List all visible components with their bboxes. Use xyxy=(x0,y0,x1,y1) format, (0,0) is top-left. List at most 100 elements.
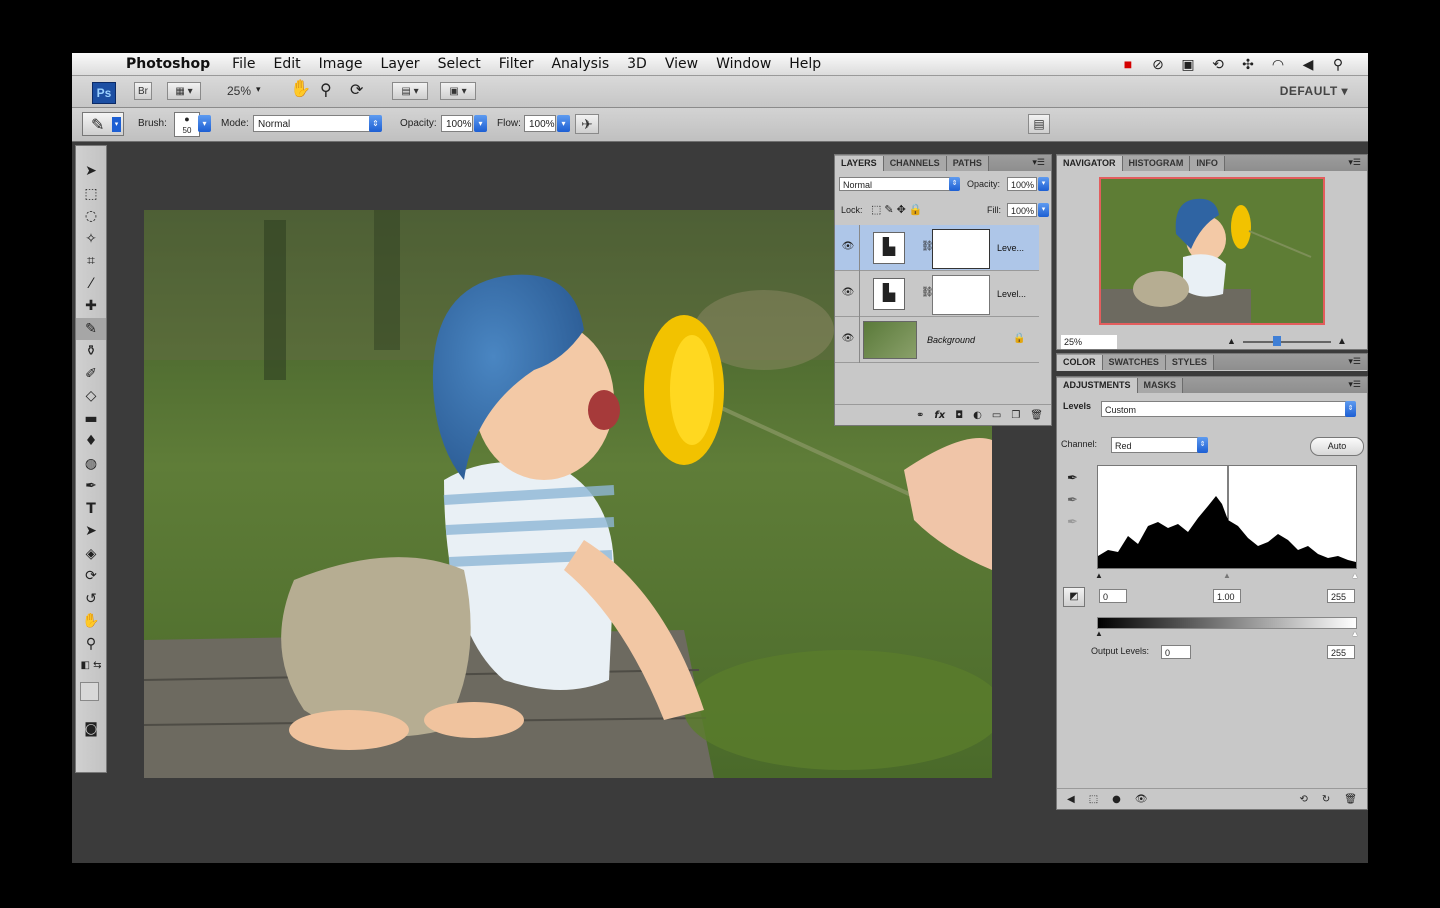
tool-preset-picker[interactable]: ✎ ▾ xyxy=(82,112,124,136)
blend-mode-select[interactable]: Normal xyxy=(839,177,951,191)
type-tool-icon[interactable]: T xyxy=(76,498,106,521)
menu-image[interactable]: Image xyxy=(319,56,363,72)
tab-paths[interactable]: PATHS xyxy=(946,156,989,171)
tab-layers[interactable]: LAYERS xyxy=(835,156,884,171)
foreground-color-swatch[interactable] xyxy=(80,681,99,701)
layer-levels-2[interactable]: 👁 ▙ ⛓ Leve... xyxy=(835,225,1039,271)
view-extras-button[interactable]: ▦ ▾ xyxy=(167,82,201,100)
tab-masks[interactable]: MASKS xyxy=(1137,378,1184,393)
quick-mask-icon[interactable]: ◙ xyxy=(76,718,106,741)
flash-icon[interactable]: ■ xyxy=(1118,55,1138,73)
navigator-preview[interactable] xyxy=(1099,177,1325,325)
marquee-tool-icon[interactable]: ⬚ xyxy=(76,183,106,206)
layer-background[interactable]: 👁 Background 🔒 xyxy=(835,317,1039,363)
expand-view-icon[interactable]: ⬚ xyxy=(1089,794,1098,805)
tab-swatches[interactable]: SWATCHES xyxy=(1102,355,1166,370)
navigator-zoom-field[interactable]: 25% xyxy=(1061,335,1117,349)
menu-3d[interactable]: 3D xyxy=(627,56,647,72)
tab-adjustments[interactable]: ADJUSTMENTS xyxy=(1057,378,1138,393)
channel-select[interactable]: Red xyxy=(1111,437,1201,453)
3d-orbit-tool-icon[interactable]: ↺ xyxy=(76,588,106,611)
healing-brush-tool-icon[interactable]: ✚ xyxy=(76,295,106,318)
apple-icon[interactable] xyxy=(92,55,110,73)
mode-select[interactable]: Normal xyxy=(253,115,371,132)
eyedropper-tool-icon[interactable]: ⁄ xyxy=(76,273,106,296)
preset-select[interactable]: Custom xyxy=(1101,401,1351,417)
volume-icon[interactable]: ◀ xyxy=(1298,55,1318,73)
arrange-documents-button[interactable]: ▤ ▾ xyxy=(392,82,428,100)
brush-tool-icon[interactable]: ✎ xyxy=(76,317,106,340)
tab-channels[interactable]: CHANNELS xyxy=(883,156,947,171)
zoom-tool-icon[interactable]: ⚲ xyxy=(320,80,332,100)
brush-panel-button[interactable]: ▤ xyxy=(1028,114,1050,134)
bluetooth-icon[interactable]: ✣ xyxy=(1238,55,1258,73)
tab-info[interactable]: INFO xyxy=(1190,156,1225,171)
blur-tool-icon[interactable]: ♦ xyxy=(76,430,106,453)
menu-view[interactable]: View xyxy=(665,56,698,72)
layer-mask-thumb[interactable] xyxy=(932,229,990,269)
layer-levels-1[interactable]: 👁 ▙ ⛓ Level... xyxy=(835,271,1039,317)
input-white-field[interactable]: 255 xyxy=(1327,589,1355,603)
add-mask-icon[interactable]: ◘ xyxy=(955,410,963,421)
history-brush-tool-icon[interactable]: ✐ xyxy=(76,363,106,386)
color-swatches[interactable] xyxy=(76,678,106,718)
menu-window[interactable]: Window xyxy=(716,56,771,72)
gradient-tool-icon[interactable]: ▬ xyxy=(76,408,106,431)
display-icon[interactable]: ▣ xyxy=(1178,55,1198,73)
input-black-field[interactable]: 0 xyxy=(1099,589,1127,603)
menu-help[interactable]: Help xyxy=(789,56,821,72)
shape-tool-icon[interactable]: ◈ xyxy=(76,543,106,566)
dodge-tool-icon[interactable]: ◍ xyxy=(76,453,106,476)
fx-icon[interactable]: fx xyxy=(934,410,945,421)
clip-to-layer-icon[interactable]: ● xyxy=(1112,794,1121,805)
new-layer-icon[interactable]: ❐ xyxy=(1011,410,1020,421)
menu-edit[interactable]: Edit xyxy=(274,56,301,72)
tab-navigator[interactable]: NAVIGATOR xyxy=(1057,156,1123,171)
mode-dropdown-icon[interactable]: ⇕ xyxy=(369,115,382,132)
link-layers-icon[interactable]: ⚭ xyxy=(916,410,924,421)
white-eyedropper-icon[interactable]: ✒ xyxy=(1067,514,1078,530)
zoom-slider-thumb[interactable] xyxy=(1273,336,1281,346)
new-group-icon[interactable]: ▭ xyxy=(992,410,1001,421)
zoom-dropdown-icon[interactable]: ▾ xyxy=(256,84,261,95)
rotate-view-icon[interactable]: ⟳ xyxy=(350,80,363,100)
lock-icons[interactable]: ⬚✎✥🔒 xyxy=(871,203,926,216)
sync-icon[interactable]: ⊘ xyxy=(1148,55,1168,73)
visibility-icon[interactable]: 👁 xyxy=(1135,794,1148,805)
brush-dropdown[interactable]: ▾ xyxy=(198,115,211,132)
eye-icon[interactable]: 👁 xyxy=(841,333,855,345)
black-eyedropper-icon[interactable]: ✒ xyxy=(1067,470,1078,486)
menu-analysis[interactable]: Analysis xyxy=(551,56,609,72)
zoom-slider[interactable] xyxy=(1243,341,1331,343)
brush-preset-picker[interactable]: ● 50 xyxy=(174,112,200,137)
input-black-slider[interactable]: ▲ xyxy=(1095,571,1103,580)
tab-color[interactable]: COLOR xyxy=(1057,355,1103,370)
tab-styles[interactable]: STYLES xyxy=(1165,355,1214,370)
path-selection-tool-icon[interactable]: ➤ xyxy=(76,520,106,543)
output-white-slider[interactable]: ▲ xyxy=(1351,629,1359,638)
bridge-button[interactable]: Br xyxy=(134,82,152,100)
menu-filter[interactable]: Filter xyxy=(499,56,534,72)
color-menu-icon[interactable]: ▾☰ xyxy=(1348,356,1361,367)
lasso-tool-icon[interactable]: ◌ xyxy=(76,205,106,228)
flow-dropdown[interactable]: ▾ xyxy=(557,115,570,132)
zoom-level[interactable]: 25% xyxy=(227,84,251,98)
output-black-slider[interactable]: ▲ xyxy=(1095,629,1103,638)
eye-icon[interactable]: 👁 xyxy=(841,287,855,299)
pen-tool-icon[interactable]: ✒ xyxy=(76,475,106,498)
magic-wand-tool-icon[interactable]: ✧ xyxy=(76,228,106,251)
eraser-tool-icon[interactable]: ◇ xyxy=(76,385,106,408)
layer-mask-thumb[interactable] xyxy=(932,275,990,315)
clone-stamp-tool-icon[interactable]: ⚱ xyxy=(76,340,106,363)
airbrush-button[interactable]: ✈ xyxy=(575,114,599,134)
hand-icon[interactable]: ✋ xyxy=(290,79,311,99)
channel-dropdown-icon[interactable]: ⇕ xyxy=(1197,437,1208,453)
screen-mode-button[interactable]: ▣ ▾ xyxy=(440,82,476,100)
gray-eyedropper-icon[interactable]: ✒ xyxy=(1067,492,1078,508)
fill-dropdown[interactable]: ▾ xyxy=(1038,203,1049,217)
fill-field[interactable]: 100% xyxy=(1007,203,1037,217)
zoom-out-icon[interactable]: ▲ xyxy=(1227,336,1236,346)
input-gamma-field[interactable]: 1.00 xyxy=(1213,589,1241,603)
move-tool-icon[interactable]: ➤ xyxy=(76,160,106,183)
wifi-icon[interactable]: ◠ xyxy=(1268,55,1288,73)
